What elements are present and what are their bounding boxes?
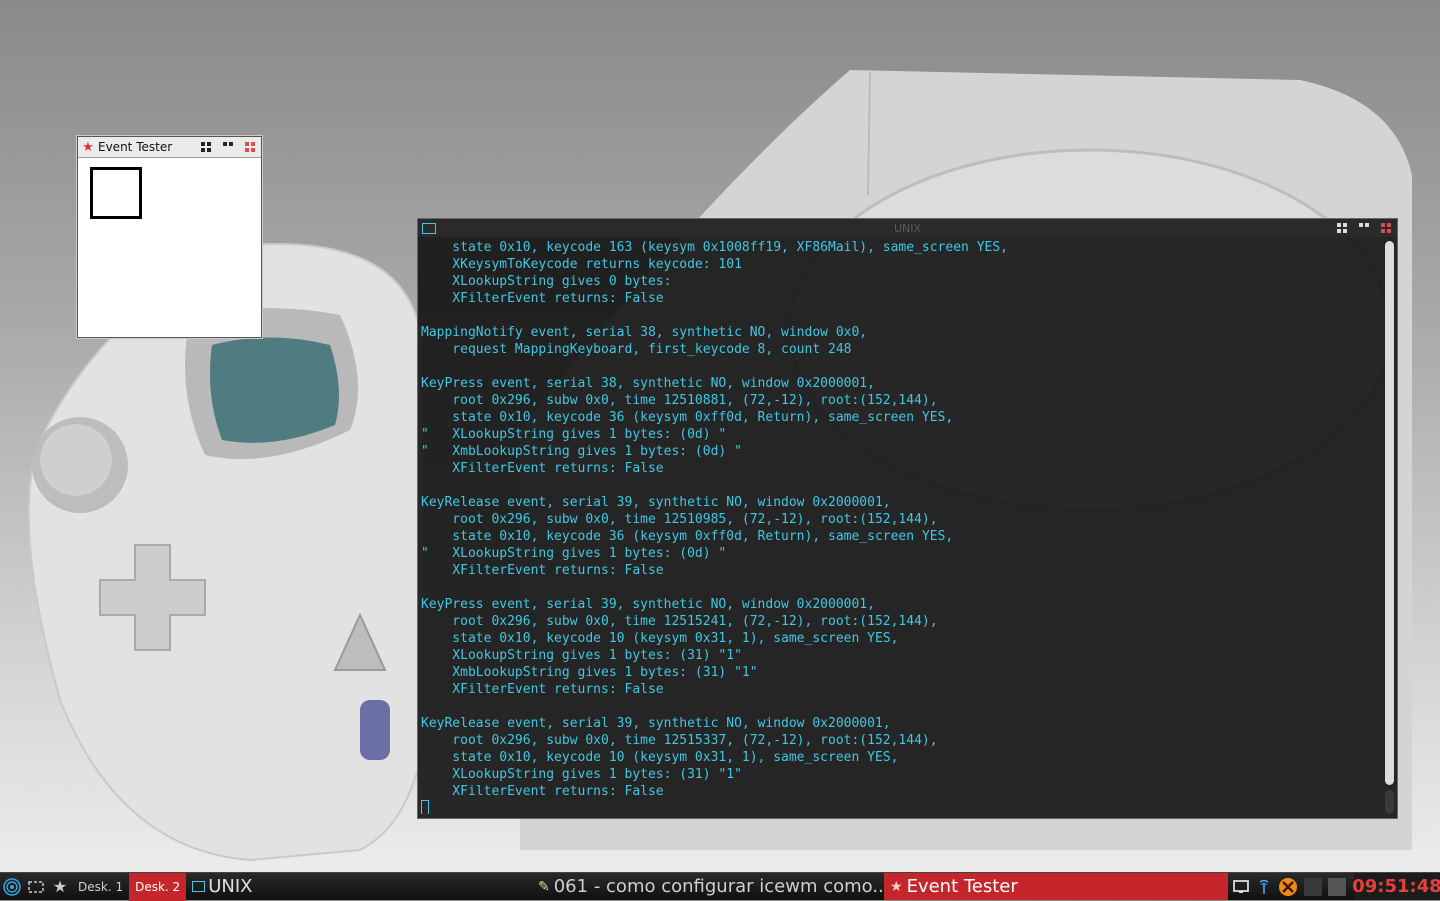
close-button[interactable]: [239, 137, 261, 157]
terminal-line: KeyPress event, serial 38, synthetic NO,…: [421, 376, 875, 391]
maximize-icon: [223, 142, 233, 152]
system-tray: [1232, 873, 1346, 900]
terminal-line: state 0x10, keycode 36 (keysym 0xff0d, R…: [421, 529, 954, 544]
terminal-line: root 0x296, subw 0x0, time 12515337, (72…: [421, 733, 938, 748]
window-list-button[interactable]: ★: [48, 873, 72, 901]
taskbar-unix-label: UNIX: [208, 876, 253, 897]
star-icon: ★: [52, 877, 68, 896]
terminal-line: XFilterEvent returns: False: [421, 784, 664, 799]
taskbar-task-event-tester-label: Event Tester: [906, 876, 1018, 897]
terminal-line: state 0x10, keycode 10 (keysym 0x31, 1),…: [421, 631, 899, 646]
event-tester-title: Event Tester: [98, 140, 173, 154]
terminal-scrollbar-thumb[interactable]: [1385, 241, 1394, 785]
terminal-line: XLookupString gives 0 bytes:: [421, 274, 672, 289]
terminal-line: XFilterEvent returns: False: [421, 461, 664, 476]
window-menu-star-icon[interactable]: ★: [78, 140, 98, 155]
cpu-meter-icon[interactable]: [1304, 877, 1322, 896]
monitor-icon[interactable]: [1232, 879, 1250, 895]
terminal-line: request MappingKeyboard, first_keycode 8…: [421, 342, 852, 357]
terminal-title: UNIX: [893, 221, 922, 235]
terminal-line: KeyPress event, serial 39, synthetic NO,…: [421, 597, 875, 612]
terminal-line: state 0x10, keycode 36 (keysym 0xff0d, R…: [421, 410, 954, 425]
taskbar-clock[interactable]: 09:51:48: [1352, 873, 1440, 900]
desktop-1-button[interactable]: Desk. 1: [72, 873, 129, 901]
terminal-line: KeyRelease event, serial 39, synthetic N…: [421, 495, 891, 510]
close-icon: [245, 142, 255, 152]
terminal-line: " XLookupString gives 1 bytes: (0d) ": [421, 546, 727, 561]
terminal-line: root 0x296, subw 0x0, time 12510881, (72…: [421, 393, 938, 408]
start-menu-button[interactable]: [0, 873, 24, 901]
minimize-button[interactable]: [195, 137, 217, 157]
taskbar-task-event-tester[interactable]: ★ Event Tester: [884, 873, 1228, 900]
terminal-window[interactable]: UNIX state 0x10, keycode 163 (keysym 0x1…: [417, 218, 1398, 819]
event-tester-titlebar[interactable]: ★ Event Tester: [78, 137, 261, 158]
terminal-titlebar[interactable]: UNIX: [418, 219, 1397, 237]
desktop-2-button[interactable]: Desk. 2: [129, 872, 187, 901]
terminal-cursor: [421, 800, 429, 814]
terminal-line: XLookupString gives 1 bytes: (31) "1": [421, 648, 742, 663]
terminal-line: XLookupString gives 1 bytes: (31) "1": [421, 767, 742, 782]
terminal-scrollbar-track[interactable]: [1385, 790, 1394, 814]
taskbar: ★ Desk. 1 Desk. 2 UNIX ✎ 061 - como conf…: [0, 872, 1440, 901]
terminal-line: state 0x10, keycode 163 (keysym 0x1008ff…: [421, 240, 1008, 255]
terminal-line: KeyRelease event, serial 39, synthetic N…: [421, 716, 891, 731]
taskbar-unix-task[interactable]: UNIX: [186, 876, 522, 897]
star-icon: ★: [890, 878, 903, 895]
terminal-line: root 0x296, subw 0x0, time 12515241, (72…: [421, 614, 938, 629]
menu-swirl-icon: [3, 877, 21, 896]
show-desktop-button[interactable]: [24, 873, 48, 901]
event-tester-window[interactable]: ★ Event Tester: [77, 136, 262, 338]
terminal-line: " XmbLookupString gives 1 bytes: (0d) ": [421, 444, 742, 459]
terminal-line: MappingNotify event, serial 38, syntheti…: [421, 325, 868, 340]
terminal-icon: [192, 881, 206, 892]
show-desktop-icon: [28, 880, 44, 893]
notepad-icon: ✎: [538, 878, 550, 895]
terminal-line: " XLookupString gives 1 bytes: (0d) ": [421, 427, 727, 442]
terminal-line: XFilterEvent returns: False: [421, 682, 664, 697]
terminal-output[interactable]: state 0x10, keycode 163 (keysym 0x1008ff…: [421, 239, 1381, 814]
maximize-button[interactable]: [217, 137, 239, 157]
memory-meter-icon[interactable]: [1328, 877, 1346, 896]
minimize-icon: [201, 142, 211, 152]
terminal-line: XFilterEvent returns: False: [421, 291, 664, 306]
close-x-icon[interactable]: [1278, 877, 1298, 897]
terminal-line: XFilterEvent returns: False: [421, 563, 664, 578]
taskbar-task-browser[interactable]: ✎ 061 - como configurar icewm como...: [538, 873, 883, 900]
network-icon[interactable]: [1256, 879, 1272, 895]
taskbar-task-browser-label: 061 - como configurar icewm como...: [553, 876, 883, 897]
terminal-line: XmbLookupString gives 1 bytes: (31) "1": [421, 665, 758, 680]
terminal-line: root 0x296, subw 0x0, time 12510985, (72…: [421, 512, 938, 527]
terminal-line: XKeysymToKeycode returns keycode: 101: [421, 257, 742, 272]
event-tester-target-square[interactable]: [90, 167, 142, 219]
terminal-line: state 0x10, keycode 10 (keysym 0x31, 1),…: [421, 750, 899, 765]
